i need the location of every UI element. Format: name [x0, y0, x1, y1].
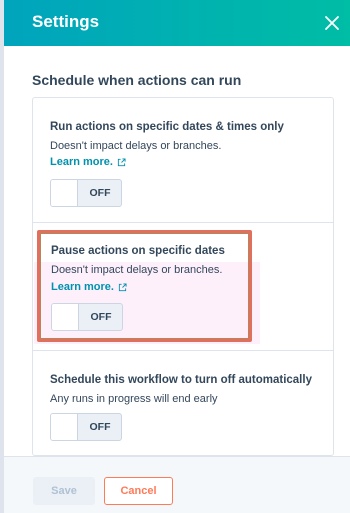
panel-header: Settings: [4, 0, 350, 46]
toggle-state: OFF: [90, 311, 112, 323]
save-button[interactable]: Save: [33, 477, 95, 505]
card-description: Doesn't impact delays or branches.: [50, 140, 222, 152]
learn-more-label: Learn more.: [51, 281, 114, 293]
toggle-state: OFF: [89, 187, 111, 199]
card-schedule-turn-off: Schedule this workflow to turn off autom…: [33, 351, 333, 456]
highlight-annotation-box: Pause actions on specific dates Doesn't …: [37, 230, 252, 342]
external-link-icon: [117, 157, 126, 166]
learn-more-link[interactable]: Learn more.: [51, 281, 127, 293]
toggle-knob: [52, 304, 79, 330]
external-link-icon: [118, 282, 127, 291]
card-title: Schedule this workflow to turn off autom…: [50, 374, 312, 386]
settings-panel: Settings Schedule when actions can run R…: [4, 0, 350, 513]
card-run-on-specific-dates: Run actions on specific dates & times on…: [33, 98, 333, 223]
toggle-run-on-specific-dates[interactable]: OFF: [50, 179, 122, 207]
card-description: Doesn't impact delays or branches.: [51, 264, 223, 276]
close-icon[interactable]: [322, 13, 342, 33]
learn-more-link[interactable]: Learn more.: [50, 156, 126, 168]
card-description: Any runs in progress will end early: [50, 393, 218, 405]
panel-title: Settings: [32, 12, 100, 31]
cancel-button[interactable]: Cancel: [104, 477, 173, 505]
toggle-state: OFF: [89, 421, 111, 433]
card-title: Pause actions on specific dates: [51, 245, 225, 257]
panel-footer: Save Cancel: [4, 456, 350, 513]
toggle-schedule-turn-off[interactable]: OFF: [50, 413, 122, 441]
toggle-knob: [51, 414, 78, 440]
toggle-pause-on-specific-dates[interactable]: OFF: [51, 303, 123, 331]
section-title: Schedule when actions can run: [32, 72, 242, 88]
learn-more-label: Learn more.: [50, 156, 113, 168]
card-title: Run actions on specific dates & times on…: [50, 121, 284, 133]
toggle-knob: [51, 180, 78, 206]
